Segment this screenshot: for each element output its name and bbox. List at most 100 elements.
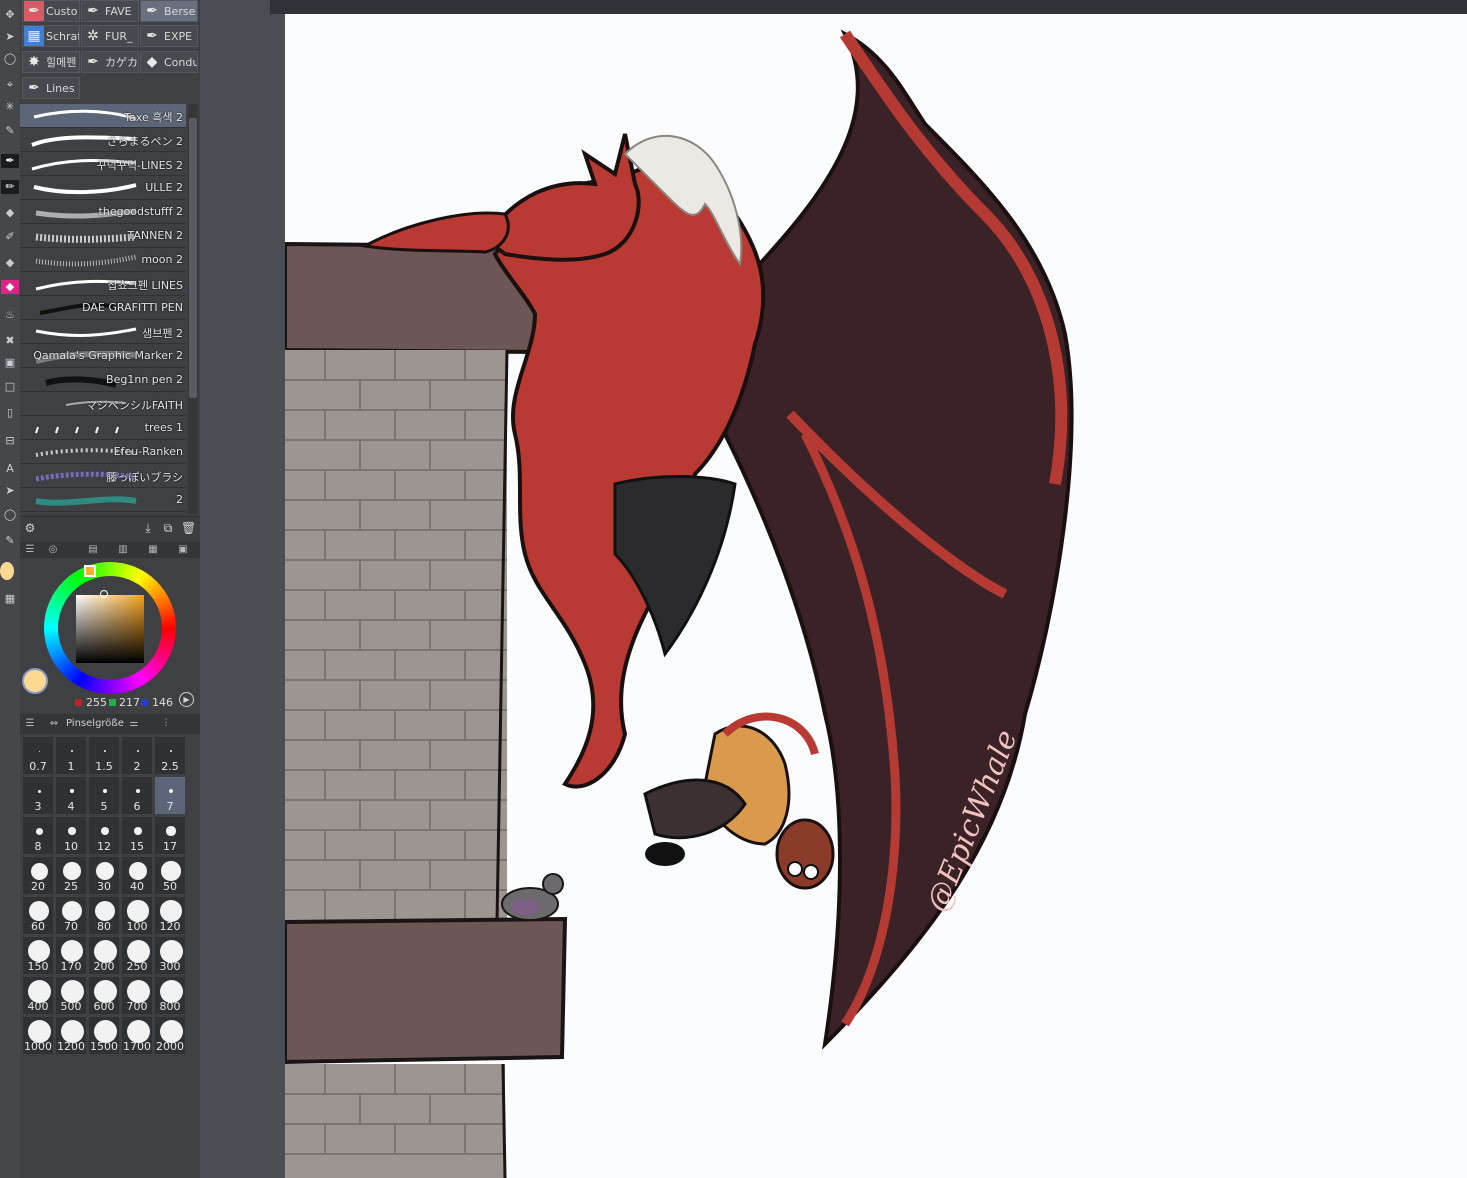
brush-group-tab-5[interactable]: ✒ EXPE — [140, 25, 198, 47]
brush-group-tab-0[interactable]: ✒ Custo — [22, 0, 80, 22]
airbrush-tool-icon[interactable]: ✐ — [1, 230, 19, 244]
move-tool-icon[interactable]: ✥ — [1, 8, 19, 22]
eyedropper-tool-icon[interactable]: ✎ — [1, 124, 19, 138]
brush-size-option[interactable]: 400 — [22, 976, 54, 1015]
brush-size-option[interactable]: 2 — [121, 736, 153, 775]
brush-item[interactable]: Efeu-Ranken — [20, 440, 186, 464]
eraser-tool-icon[interactable]: ◆ — [1, 280, 19, 294]
brush-item[interactable]: Taxe 흑색 2 — [20, 104, 186, 128]
brush-item[interactable]: Qamala's Graphic Marker 2 — [20, 344, 186, 368]
brush-size-option[interactable]: 250 — [121, 936, 153, 975]
brush-group-tab-8[interactable]: ◆ Condu — [140, 51, 198, 73]
brush-size-option[interactable]: 3 — [22, 776, 54, 815]
intermediate-color-tab[interactable]: ▦ — [145, 543, 161, 557]
sparkle-tool-icon[interactable]: ✳ — [1, 100, 19, 114]
brush-size-option[interactable]: 2.5 — [154, 736, 186, 775]
brush-item[interactable]: 샘브펜 2 — [20, 320, 186, 344]
sliders-icon[interactable]: ⫶ — [158, 717, 174, 731]
brush-item[interactable]: さらまるペン 2 — [20, 128, 186, 152]
brush-size-option[interactable]: 500 — [55, 976, 87, 1015]
brush-size-option[interactable]: 1500 — [88, 1016, 120, 1055]
transparent-color-icon[interactable]: ▦ — [1, 592, 19, 606]
pencil-tool-icon[interactable]: ✏ — [1, 180, 19, 194]
brush-size-option[interactable]: 12 — [88, 816, 120, 855]
brush-item[interactable]: 찹쵸크펜 LINES — [20, 272, 186, 296]
brush-group-tab-3[interactable]: ▦ Schraf — [22, 25, 80, 47]
select-tool-icon[interactable]: ⌖ — [1, 78, 19, 92]
trash-icon[interactable]: 🗑 — [181, 521, 196, 535]
main-color-chip[interactable] — [0, 562, 14, 580]
brush-size-option[interactable]: 7 — [154, 776, 186, 815]
brush-group-tab-4[interactable]: ✲ FUR_ — [81, 25, 139, 47]
frame-tool-icon[interactable]: ▯ — [1, 406, 19, 420]
brush-group-tab-1[interactable]: ✒ FAVE — [81, 0, 139, 22]
play-icon[interactable]: ▶ — [179, 692, 194, 707]
ruler-tool-icon[interactable]: ⊟ — [1, 434, 19, 448]
brush-size-option[interactable]: 1000 — [22, 1016, 54, 1055]
brush-size-option[interactable]: 40 — [121, 856, 153, 895]
brush-list-scrollbar[interactable] — [188, 104, 198, 514]
arrow-tool-icon[interactable]: ➤ — [1, 30, 19, 44]
sv-cursor[interactable] — [100, 590, 108, 598]
tool-property-icon[interactable]: ⚌ — [126, 717, 142, 731]
text-tool-icon[interactable]: A — [1, 462, 19, 476]
brush-item[interactable]: TANNEN 2 — [20, 224, 186, 248]
brush-size-option[interactable]: 1.5 — [88, 736, 120, 775]
brush-size-option[interactable]: 15 — [121, 816, 153, 855]
duplicate-icon[interactable]: ⧉ — [161, 521, 175, 535]
brush-size-option[interactable]: 10 — [55, 816, 87, 855]
brush-size-option[interactable]: 25 — [55, 856, 87, 895]
menu-icon[interactable]: ☰ — [22, 717, 38, 731]
drawing-canvas[interactable]: @EpicWhale — [285, 14, 1467, 1178]
brush-size-option[interactable]: 6 — [121, 776, 153, 815]
color-wheel-tab[interactable]: ◎ — [45, 543, 61, 557]
brush-size-option[interactable]: 700 — [121, 976, 153, 1015]
brush-item[interactable]: 藤っぽいブラシ — [20, 464, 186, 488]
brush-size-option[interactable]: 20 — [22, 856, 54, 895]
brush-size-option[interactable]: 2000 — [154, 1016, 186, 1055]
brush-group-tab-6[interactable]: ✸ 힐메펜 — [22, 51, 80, 73]
brush-size-option[interactable]: 8 — [22, 816, 54, 855]
brush-tool-icon[interactable]: ◆ — [1, 206, 19, 220]
brush-item[interactable]: DAE GRAFITTI PEN — [20, 296, 186, 320]
blend-tool-icon[interactable]: ♨ — [1, 308, 19, 322]
gradient-tool-icon[interactable]: ▣ — [1, 356, 19, 370]
menu-icon[interactable]: ☰ — [22, 543, 38, 557]
lasso-tool-icon[interactable]: ◯ — [1, 52, 19, 66]
hue-cursor[interactable] — [84, 565, 96, 577]
brush-size-option[interactable]: 170 — [55, 936, 87, 975]
brush-size-option[interactable]: 600 — [88, 976, 120, 1015]
brush-size-option[interactable]: 80 — [88, 896, 120, 935]
fill-tool-icon[interactable]: ✖ — [1, 334, 19, 348]
brush-size-option[interactable]: 17 — [154, 816, 186, 855]
brush-size-option[interactable]: 800 — [154, 976, 186, 1015]
brush-size-option[interactable]: 30 — [88, 856, 120, 895]
brush-group-tab-9[interactable]: ✒ Lines — [22, 77, 80, 99]
brush-size-option[interactable]: 4 — [55, 776, 87, 815]
correct-line-tool-icon[interactable]: ◯ — [1, 508, 19, 522]
deco-tool-icon[interactable]: ◆ — [1, 256, 19, 270]
brush-size-option[interactable]: 1200 — [55, 1016, 87, 1055]
brush-size-option[interactable]: 100 — [121, 896, 153, 935]
brush-item[interactable]: trees 1 — [20, 416, 186, 440]
pen-tool-icon[interactable]: ✒ — [1, 154, 19, 168]
history-tab[interactable]: ▣ — [175, 543, 191, 557]
brush-item[interactable]: 2 — [20, 488, 186, 512]
brush-size-option[interactable]: 120 — [154, 896, 186, 935]
brush-size-option[interactable]: 70 — [55, 896, 87, 935]
brush-size-option[interactable]: 50 — [154, 856, 186, 895]
color-set-tab[interactable]: ▤ — [85, 543, 101, 557]
brush-group-tab-2[interactable]: ✒ Berse — [140, 0, 198, 22]
brush-size-option[interactable]: 1 — [55, 736, 87, 775]
brush-size-option[interactable]: 60 — [22, 896, 54, 935]
edit-line-tool-icon[interactable]: ✎ — [1, 534, 19, 548]
brush-size-option[interactable]: 150 — [22, 936, 54, 975]
brush-item[interactable]: マジペンシルFAITH — [20, 392, 186, 416]
brush-size-option[interactable]: 0.7 — [22, 736, 54, 775]
brush-group-tab-7[interactable]: ✒ カゲカ — [81, 51, 139, 73]
color-slider-tab[interactable]: ▥ — [115, 543, 131, 557]
figure-tool-icon[interactable]: □ — [1, 380, 19, 394]
brush-item[interactable]: thegoodstufff 2 — [20, 200, 186, 224]
brush-size-option[interactable]: 200 — [88, 936, 120, 975]
brush-item[interactable]: ULLE 2 — [20, 176, 186, 200]
